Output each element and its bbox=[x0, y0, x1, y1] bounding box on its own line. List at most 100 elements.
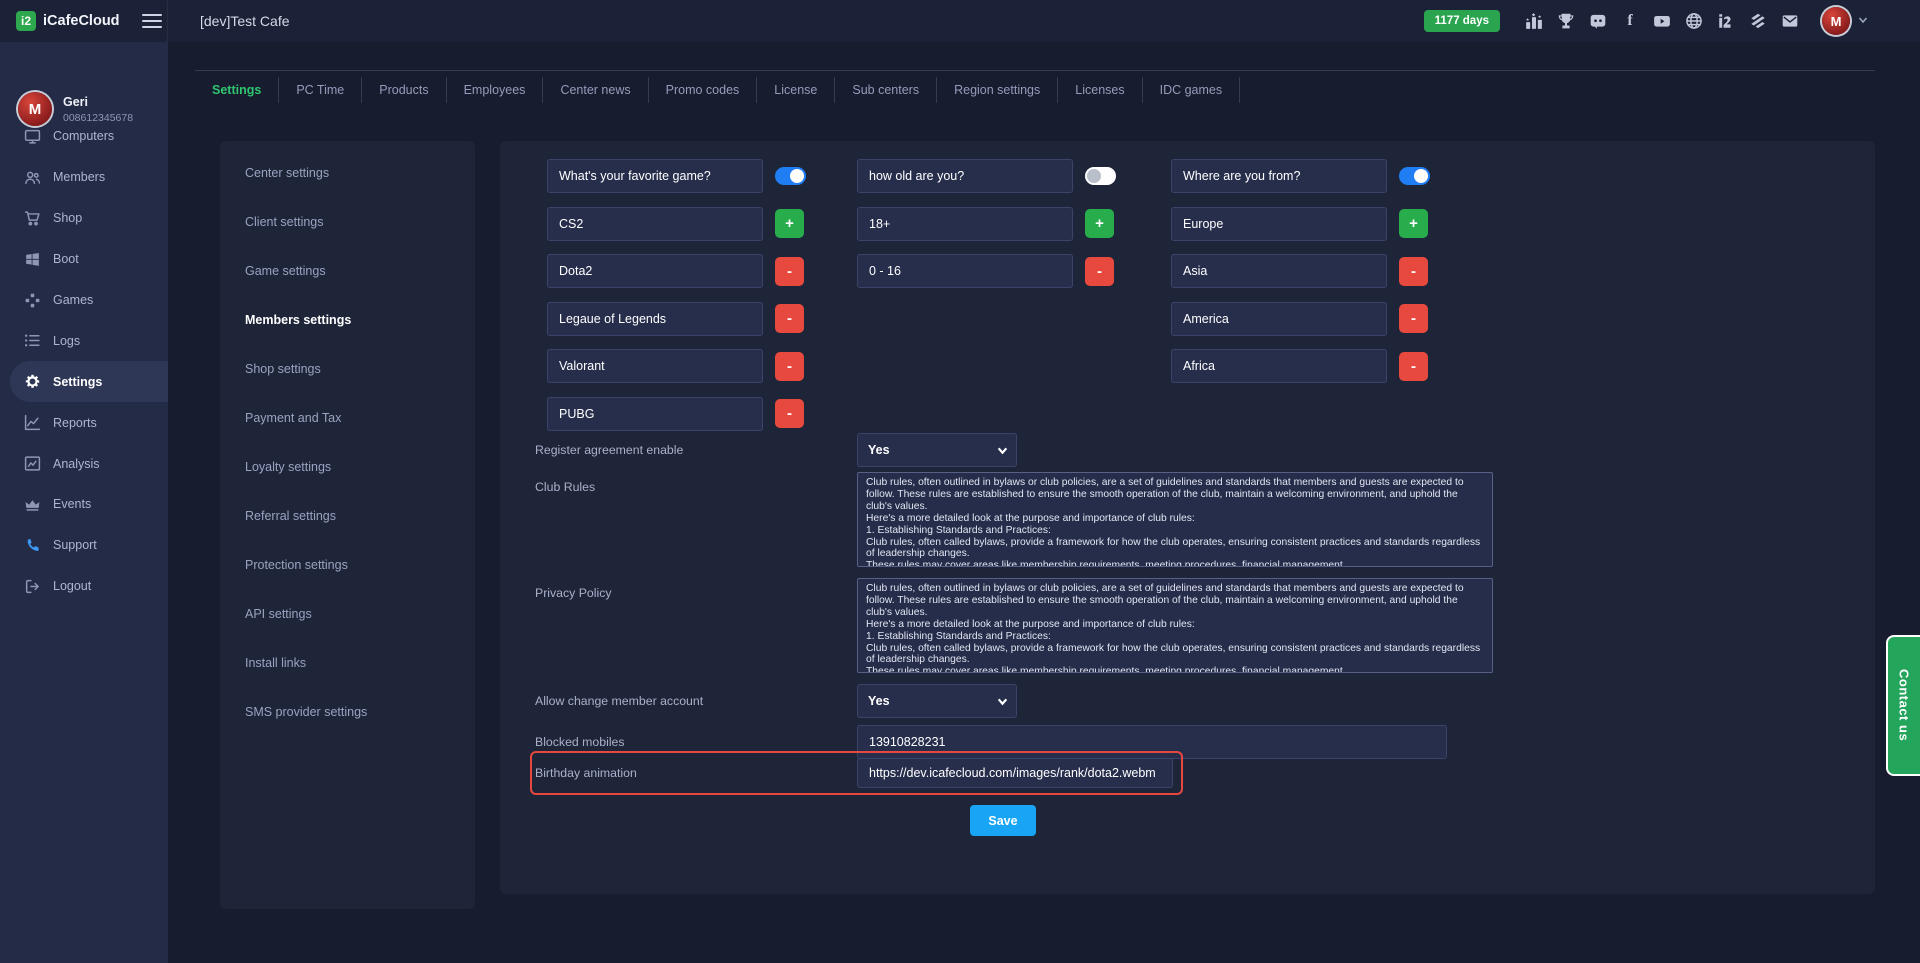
favorite-game-toggle[interactable] bbox=[775, 167, 806, 185]
region-option-input[interactable] bbox=[1171, 349, 1387, 383]
tab[interactable]: Settings bbox=[195, 77, 279, 103]
settings-nav-item[interactable]: Install links bbox=[220, 638, 475, 687]
register-agreement-row: Register agreement enable Yes bbox=[535, 433, 1017, 467]
game-option-add-remove-button[interactable]: - bbox=[775, 304, 804, 333]
age-option-input[interactable] bbox=[857, 254, 1073, 288]
birthday-animation-input[interactable] bbox=[857, 758, 1173, 788]
tab[interactable]: Employees bbox=[447, 77, 544, 103]
facebook-icon[interactable]: f bbox=[1620, 11, 1641, 31]
region-option-input[interactable] bbox=[1171, 302, 1387, 336]
settings-nav-item[interactable]: Game settings bbox=[220, 246, 475, 295]
question-input-favorite-game[interactable] bbox=[547, 159, 763, 193]
icafecloud-logo-icon: i2 bbox=[16, 11, 36, 31]
user-name: Geri bbox=[63, 95, 133, 109]
tab[interactable]: Center news bbox=[543, 77, 648, 103]
sidebar-item-shop[interactable]: Shop bbox=[0, 198, 168, 239]
region-option-add-remove-button[interactable]: - bbox=[1399, 257, 1428, 286]
region-option-add-remove-button[interactable]: - bbox=[1399, 352, 1428, 381]
settings-nav-item[interactable]: Protection settings bbox=[220, 540, 475, 589]
allow-change-account-select[interactable]: Yes bbox=[857, 684, 1017, 718]
people-icon bbox=[24, 169, 41, 186]
register-agreement-select[interactable]: Yes bbox=[857, 433, 1017, 467]
brand-name: iCafeCloud bbox=[43, 13, 120, 29]
age-option-add-remove-button[interactable]: - bbox=[1085, 257, 1114, 286]
tab[interactable]: IDC games bbox=[1143, 77, 1241, 103]
club-rules-textarea[interactable]: Club rules, often outlined in bylaws or … bbox=[857, 472, 1493, 567]
user-avatar[interactable]: M bbox=[1822, 7, 1850, 35]
trophy-icon[interactable] bbox=[1556, 11, 1577, 31]
age-option-input[interactable] bbox=[857, 207, 1073, 241]
region-option-add-remove-button[interactable]: - bbox=[1399, 304, 1428, 333]
age-toggle[interactable] bbox=[1085, 167, 1116, 185]
settings-nav-item[interactable]: SMS provider settings bbox=[220, 687, 475, 736]
sidebar-item-settings[interactable]: Settings bbox=[10, 361, 168, 402]
sidebar-item-support[interactable]: Support bbox=[0, 525, 168, 566]
game-option-input[interactable] bbox=[547, 397, 763, 431]
region-option-add-remove-button[interactable]: + bbox=[1399, 209, 1428, 238]
game-option-input[interactable] bbox=[547, 349, 763, 383]
contact-us-tab[interactable]: Contact us bbox=[1886, 635, 1920, 776]
settings-nav-item[interactable]: API settings bbox=[220, 589, 475, 638]
game-option-input[interactable] bbox=[547, 207, 763, 241]
game-option-add-remove-button[interactable]: - bbox=[775, 352, 804, 381]
sidebar-item-reports[interactable]: Reports bbox=[0, 402, 168, 443]
chevron-down-icon[interactable] bbox=[1858, 12, 1868, 30]
game-option-input[interactable] bbox=[547, 302, 763, 336]
license-days-badge[interactable]: 1177 days bbox=[1424, 10, 1500, 32]
settings-nav-item[interactable]: Referral settings bbox=[220, 491, 475, 540]
game-option-add-remove-button[interactable]: - bbox=[775, 399, 804, 428]
question-column-age: + - bbox=[857, 159, 1117, 302]
birthday-animation-highlight-box: Birthday animation bbox=[530, 751, 1183, 795]
allow-change-account-label: Allow change member account bbox=[535, 694, 857, 708]
members-settings-form: + - - bbox=[500, 141, 1875, 894]
game-option-add-remove-button[interactable]: + bbox=[775, 209, 804, 238]
tab[interactable]: Promo codes bbox=[649, 77, 758, 103]
question-column-region: + - - bbox=[1171, 159, 1431, 397]
globe-icon[interactable] bbox=[1684, 11, 1705, 31]
settings-nav-item[interactable]: Members settings bbox=[220, 295, 475, 344]
sidebar-item-boot[interactable]: Boot bbox=[0, 239, 168, 280]
tab[interactable]: Sub centers bbox=[835, 77, 937, 103]
ranking-icon[interactable] bbox=[1524, 11, 1545, 31]
sidebar-item-logs[interactable]: Logs bbox=[0, 320, 168, 361]
region-option-input[interactable] bbox=[1171, 254, 1387, 288]
tab[interactable]: Region settings bbox=[937, 77, 1058, 103]
tab[interactable]: License bbox=[757, 77, 835, 103]
register-agreement-label: Register agreement enable bbox=[535, 443, 857, 457]
privacy-policy-textarea[interactable]: Club rules, often outlined in bylaws or … bbox=[857, 578, 1493, 673]
youtube-icon[interactable] bbox=[1652, 11, 1673, 31]
region-option-input[interactable] bbox=[1171, 207, 1387, 241]
tab[interactable]: Products bbox=[362, 77, 446, 103]
game-option-input[interactable] bbox=[547, 254, 763, 288]
blocked-mobiles-label: Blocked mobiles bbox=[535, 735, 857, 749]
settings-nav-item[interactable]: Center settings bbox=[220, 148, 475, 197]
top-header: i2 iCafeCloud [dev]Test Cafe 1177 days f… bbox=[0, 0, 1920, 42]
hamburger-menu-icon[interactable] bbox=[142, 10, 162, 32]
settings-nav-item[interactable]: Shop settings bbox=[220, 344, 475, 393]
layers-icon[interactable] bbox=[1748, 11, 1769, 31]
tab[interactable]: Licenses bbox=[1058, 77, 1142, 103]
game-option-add-remove-button[interactable]: - bbox=[775, 257, 804, 286]
tab[interactable]: PC Time bbox=[279, 77, 362, 103]
save-button[interactable]: Save bbox=[970, 805, 1036, 836]
age-option-add-remove-button[interactable]: + bbox=[1085, 209, 1114, 238]
windows-icon bbox=[24, 251, 41, 268]
logo[interactable]: i2 iCafeCloud bbox=[0, 0, 168, 42]
sidebar-item-members[interactable]: Members bbox=[0, 157, 168, 198]
sidebar-item-games[interactable]: Games bbox=[0, 280, 168, 321]
question-input-age[interactable] bbox=[857, 159, 1073, 193]
settings-nav-item[interactable]: Payment and Tax bbox=[220, 393, 475, 442]
discord-icon[interactable] bbox=[1588, 11, 1609, 31]
settings-nav-item[interactable]: Loyalty settings bbox=[220, 442, 475, 491]
icafe-i2-icon[interactable] bbox=[1716, 11, 1737, 31]
region-toggle[interactable] bbox=[1399, 167, 1430, 185]
mail-icon[interactable] bbox=[1780, 11, 1801, 31]
settings-nav-item[interactable]: Client settings bbox=[220, 197, 475, 246]
sidebar-item-logout[interactable]: Logout bbox=[0, 566, 168, 607]
question-input-region[interactable] bbox=[1171, 159, 1387, 193]
sidebar-item-events[interactable]: Events bbox=[0, 484, 168, 525]
monitor-icon bbox=[24, 128, 41, 145]
sidebar-item-computers[interactable]: Computers bbox=[0, 116, 168, 157]
sidebar-item-analysis[interactable]: Analysis bbox=[0, 443, 168, 484]
contact-us-label: Contact us bbox=[1897, 669, 1912, 741]
